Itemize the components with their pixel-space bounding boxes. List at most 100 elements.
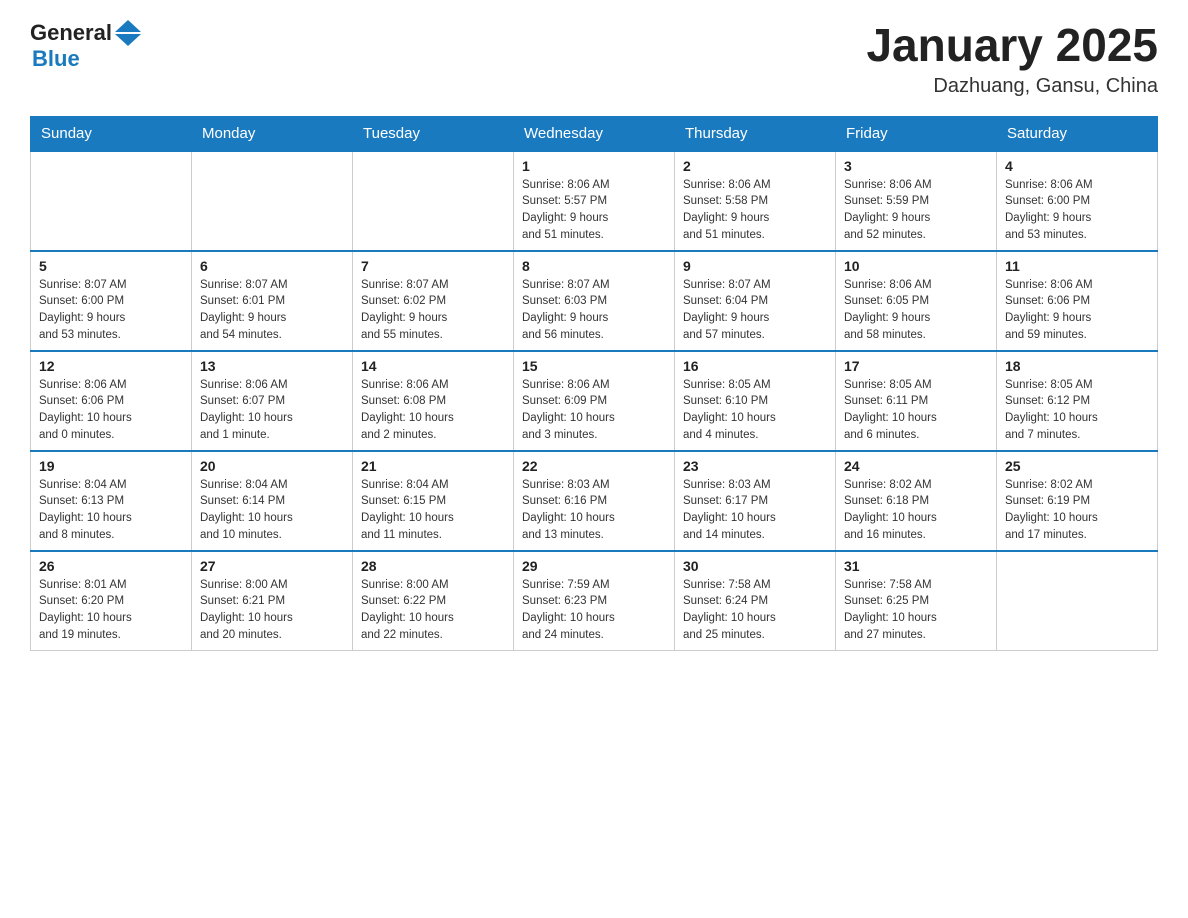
calendar-cell [31, 151, 192, 251]
day-info: Sunrise: 8:07 AM Sunset: 6:00 PM Dayligh… [39, 277, 183, 344]
calendar-cell: 18Sunrise: 8:05 AM Sunset: 6:12 PM Dayli… [997, 351, 1158, 451]
day-number: 31 [844, 558, 988, 574]
weekday-header-sunday: Sunday [31, 116, 192, 151]
calendar-cell: 13 Sunrise: 8:06 AM Sunset: 6:07 PM Dayli… [192, 351, 353, 451]
day-info: Sunrise: 8:06 AM Sunset: 6:07 PM Dayligh… [200, 377, 344, 444]
day-info: Sunrise: 8:05 AM Sunset: 6:11 PM Dayligh… [844, 377, 988, 444]
day-info: Sunrise: 8:05 AM Sunset: 6:10 PM Dayligh… [683, 377, 827, 444]
logo-text-blue: Blue [32, 46, 80, 72]
calendar-cell [353, 151, 514, 251]
day-number: 9 [683, 258, 827, 274]
day-number: 29 [522, 558, 666, 574]
day-info: Sunrise: 8:03 AM Sunset: 6:17 PM Dayligh… [683, 477, 827, 544]
calendar-cell: 15 Sunrise: 8:06 AM Sunset: 6:09 PM Dayli… [514, 351, 675, 451]
day-info: Sunrise: 8:06 AM Sunset: 6:06 PM Dayligh… [1005, 277, 1149, 344]
calendar-cell: 9 Sunrise: 8:07 AM Sunset: 6:04 PM Daylig… [675, 251, 836, 351]
day-info: Sunrise: 8:04 AM Sunset: 6:15 PM Dayligh… [361, 477, 505, 544]
day-number: 4 [1005, 158, 1149, 174]
calendar-cell: 6 Sunrise: 8:07 AM Sunset: 6:01 PM Daylig… [192, 251, 353, 351]
day-number: 7 [361, 258, 505, 274]
calendar-cell [997, 551, 1158, 651]
calendar-cell: 12 Sunrise: 8:06 AM Sunset: 6:06 PM Dayli… [31, 351, 192, 451]
day-info: Sunrise: 8:06 AM Sunset: 5:57 PM Dayligh… [522, 177, 666, 244]
day-info: Sunrise: 8:04 AM Sunset: 6:13 PM Dayligh… [39, 477, 183, 544]
weekday-header-monday: Monday [192, 116, 353, 151]
day-number: 12 [39, 358, 183, 374]
day-info: Sunrise: 8:06 AM Sunset: 6:08 PM Dayligh… [361, 377, 505, 444]
day-info: Sunrise: 8:00 AM Sunset: 6:22 PM Dayligh… [361, 577, 505, 644]
calendar-table: SundayMondayTuesdayWednesdayThursdayFrid… [30, 116, 1158, 652]
calendar-cell: 24Sunrise: 8:02 AM Sunset: 6:18 PM Dayli… [836, 451, 997, 551]
day-number: 30 [683, 558, 827, 574]
day-info: Sunrise: 8:05 AM Sunset: 6:12 PM Dayligh… [1005, 377, 1149, 444]
weekday-header-friday: Friday [836, 116, 997, 151]
day-number: 21 [361, 458, 505, 474]
day-number: 2 [683, 158, 827, 174]
weekday-header-row: SundayMondayTuesdayWednesdayThursdayFrid… [31, 116, 1158, 151]
day-info: Sunrise: 8:06 AM Sunset: 5:58 PM Dayligh… [683, 177, 827, 244]
weekday-header-thursday: Thursday [675, 116, 836, 151]
day-number: 26 [39, 558, 183, 574]
day-info: Sunrise: 8:04 AM Sunset: 6:14 PM Dayligh… [200, 477, 344, 544]
calendar-cell: 5 Sunrise: 8:07 AM Sunset: 6:00 PM Daylig… [31, 251, 192, 351]
day-info: Sunrise: 8:06 AM Sunset: 6:09 PM Dayligh… [522, 377, 666, 444]
day-number: 6 [200, 258, 344, 274]
logo-text-general: General [30, 20, 112, 46]
calendar-cell: 19 Sunrise: 8:04 AM Sunset: 6:13 PM Dayli… [31, 451, 192, 551]
day-number: 19 [39, 458, 183, 474]
day-number: 1 [522, 158, 666, 174]
day-info: Sunrise: 8:07 AM Sunset: 6:04 PM Dayligh… [683, 277, 827, 344]
day-number: 13 [200, 358, 344, 374]
calendar-cell: 4Sunrise: 8:06 AM Sunset: 6:00 PM Daylig… [997, 151, 1158, 251]
calendar-cell: 8 Sunrise: 8:07 AM Sunset: 6:03 PM Daylig… [514, 251, 675, 351]
calendar-cell: 20 Sunrise: 8:04 AM Sunset: 6:14 PM Dayli… [192, 451, 353, 551]
calendar-cell: 7 Sunrise: 8:07 AM Sunset: 6:02 PM Daylig… [353, 251, 514, 351]
logo: General Blue [30, 20, 141, 72]
calendar-cell: 28 Sunrise: 8:00 AM Sunset: 6:22 PM Dayli… [353, 551, 514, 651]
day-info: Sunrise: 8:06 AM Sunset: 6:05 PM Dayligh… [844, 277, 988, 344]
day-number: 14 [361, 358, 505, 374]
calendar-cell: 23 Sunrise: 8:03 AM Sunset: 6:17 PM Dayli… [675, 451, 836, 551]
day-info: Sunrise: 8:02 AM Sunset: 6:19 PM Dayligh… [1005, 477, 1149, 544]
calendar-cell: 10Sunrise: 8:06 AM Sunset: 6:05 PM Dayli… [836, 251, 997, 351]
day-number: 15 [522, 358, 666, 374]
day-number: 8 [522, 258, 666, 274]
weekday-header-tuesday: Tuesday [353, 116, 514, 151]
week-row-1: 1 Sunrise: 8:06 AM Sunset: 5:57 PM Daylig… [31, 151, 1158, 251]
weekday-header-wednesday: Wednesday [514, 116, 675, 151]
calendar-cell: 3 Sunrise: 8:06 AM Sunset: 5:59 PM Daylig… [836, 151, 997, 251]
day-info: Sunrise: 8:06 AM Sunset: 5:59 PM Dayligh… [844, 177, 988, 244]
calendar-cell: 17 Sunrise: 8:05 AM Sunset: 6:11 PM Dayli… [836, 351, 997, 451]
day-number: 17 [844, 358, 988, 374]
weekday-header-saturday: Saturday [997, 116, 1158, 151]
calendar-cell: 1 Sunrise: 8:06 AM Sunset: 5:57 PM Daylig… [514, 151, 675, 251]
day-number: 11 [1005, 258, 1149, 274]
calendar-cell: 27 Sunrise: 8:00 AM Sunset: 6:21 PM Dayli… [192, 551, 353, 651]
day-number: 27 [200, 558, 344, 574]
calendar-cell [192, 151, 353, 251]
calendar-cell: 29 Sunrise: 7:59 AM Sunset: 6:23 PM Dayli… [514, 551, 675, 651]
page-header: General Blue January 2025 Dazhuang, Gans… [30, 20, 1158, 98]
day-number: 28 [361, 558, 505, 574]
day-info: Sunrise: 8:00 AM Sunset: 6:21 PM Dayligh… [200, 577, 344, 644]
location-title: Dazhuang, Gansu, China [866, 75, 1158, 98]
calendar-cell: 22 Sunrise: 8:03 AM Sunset: 6:16 PM Dayli… [514, 451, 675, 551]
calendar-cell: 14 Sunrise: 8:06 AM Sunset: 6:08 PM Dayli… [353, 351, 514, 451]
day-info: Sunrise: 8:02 AM Sunset: 6:18 PM Dayligh… [844, 477, 988, 544]
day-number: 5 [39, 258, 183, 274]
day-info: Sunrise: 8:07 AM Sunset: 6:02 PM Dayligh… [361, 277, 505, 344]
day-info: Sunrise: 8:07 AM Sunset: 6:01 PM Dayligh… [200, 277, 344, 344]
week-row-3: 12 Sunrise: 8:06 AM Sunset: 6:06 PM Dayli… [31, 351, 1158, 451]
title-block: January 2025 Dazhuang, Gansu, China [866, 20, 1158, 98]
day-number: 22 [522, 458, 666, 474]
calendar-cell: 25Sunrise: 8:02 AM Sunset: 6:19 PM Dayli… [997, 451, 1158, 551]
day-info: Sunrise: 7:59 AM Sunset: 6:23 PM Dayligh… [522, 577, 666, 644]
day-info: Sunrise: 8:01 AM Sunset: 6:20 PM Dayligh… [39, 577, 183, 644]
day-info: Sunrise: 8:07 AM Sunset: 6:03 PM Dayligh… [522, 277, 666, 344]
calendar-cell: 16Sunrise: 8:05 AM Sunset: 6:10 PM Dayli… [675, 351, 836, 451]
day-info: Sunrise: 8:03 AM Sunset: 6:16 PM Dayligh… [522, 477, 666, 544]
day-info: Sunrise: 8:06 AM Sunset: 6:06 PM Dayligh… [39, 377, 183, 444]
day-number: 3 [844, 158, 988, 174]
day-number: 23 [683, 458, 827, 474]
day-number: 20 [200, 458, 344, 474]
